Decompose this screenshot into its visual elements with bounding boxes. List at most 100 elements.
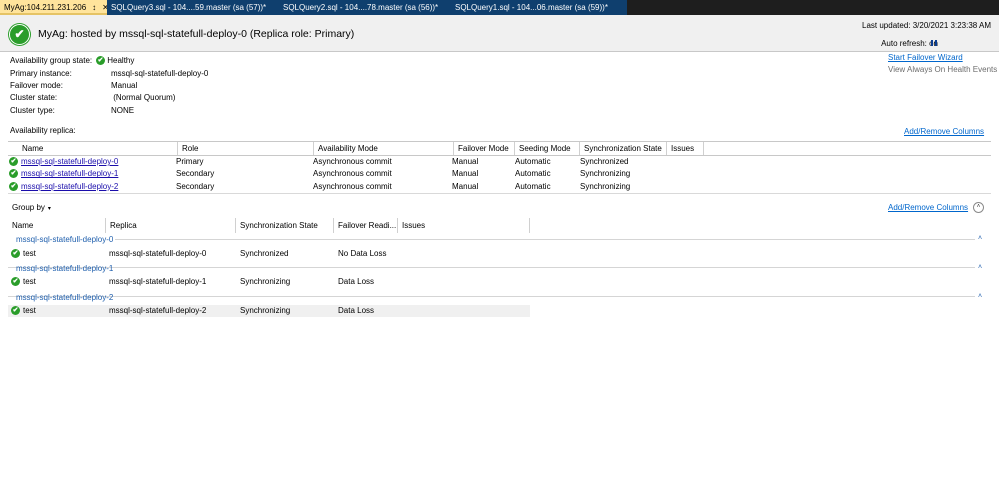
column-header-seeding-mode[interactable]: Seeding Mode [515,142,580,155]
database-name: test [23,306,36,315]
database-replica: mssql-sql-statefull-deploy-0 [109,249,207,258]
database-grid-header: Name Replica Synchronization State Failo… [8,218,530,233]
tab-label: SQLQuery1.sql - 104...06.master (sa (59)… [455,3,608,12]
healthy-check-icon: ✔ [9,169,18,179]
property-value: mssql-sql-statefull-deploy-0 [111,69,209,78]
replica-sync-state: Synchronized [580,157,629,166]
group-header[interactable]: mssql-sql-statefull-deploy-1 [16,264,113,273]
group-header[interactable]: mssql-sql-statefull-deploy-0 [16,235,113,244]
column-header-name[interactable]: Name [18,142,178,155]
replica-seeding-mode: Automatic [515,169,551,179]
column-header-failover-readiness[interactable]: Failover Readi... [334,218,398,233]
database-failover-readiness: Data Loss [338,277,375,286]
tab-label: SQLQuery3.sql - 104....59.master (sa (57… [111,3,267,12]
add-remove-columns-link[interactable]: Add/Remove Columns [888,203,968,212]
property-label: Failover mode: [10,81,63,90]
view-health-events-link[interactable]: View Always On Health Events [888,65,997,74]
database-row[interactable]: ✔ test mssql-sql-statefull-deploy-0 Sync… [8,248,530,260]
column-header-failover-mode[interactable]: Failover Mode [454,142,515,155]
database-row[interactable]: ✔ test mssql-sql-statefull-deploy-2 Sync… [8,305,530,317]
database-sync-state: Synchronizing [240,306,291,315]
group-by-dropdown[interactable]: Group by ▾ [12,203,51,212]
property-value: (Normal Quorum) [111,93,176,102]
tab-sqlquery2[interactable]: SQLQuery2.sql - 104....78.master (sa (56… [279,0,451,15]
column-header-availability-mode[interactable]: Availability Mode [314,142,454,155]
start-failover-wizard-link[interactable]: Start Failover Wizard [888,53,997,62]
availability-replica-label: Availability replica: [10,126,76,135]
replica-role: Primary [176,157,204,166]
healthy-check-icon: ✔ [11,277,20,286]
property-value: NONE [111,106,135,115]
replica-availability-mode: Asynchronous commit [313,157,392,166]
column-header-sync-state[interactable]: Synchronization State [236,218,334,233]
replica-seeding-mode: Automatic [515,181,551,191]
database-name: test [23,249,36,258]
auto-refresh-text: Auto refresh: on [881,39,938,48]
healthy-check-icon: ✔ [9,24,30,45]
column-header-replica[interactable]: Replica [106,218,236,233]
column-header-issues[interactable]: Issues [667,142,704,155]
database-name: test [23,277,36,286]
group-by-label: Group by [12,203,45,212]
last-updated-text: Last updated: 3/20/2021 3:23:38 AM [862,21,991,30]
column-header-role[interactable]: Role [178,142,314,155]
group-divider [115,239,975,240]
database-row[interactable]: ✔ test mssql-sql-statefull-deploy-1 Sync… [8,276,530,288]
column-header-sync-state[interactable]: Synchronization State [580,142,667,155]
replica-failover-mode: Manual [452,181,479,191]
replica-failover-mode: Manual [452,169,479,179]
page-title: MyAg: hosted by mssql-sql-statefull-depl… [38,28,355,40]
property-label: Availability group state: [10,56,93,65]
chevron-up-icon[interactable]: ˄ [978,235,982,242]
replica-name-link[interactable]: mssql-sql-statefull-deploy-2 [21,181,118,193]
tab-label: MyAg:104.211.231.206 [4,3,87,12]
property-label: Cluster state: [10,93,58,102]
database-sync-state: Synchronized [240,249,289,258]
healthy-check-icon: ✔ [96,56,105,66]
add-remove-columns-link[interactable]: Add/Remove Columns [904,127,984,136]
property-label: Primary instance: [10,69,72,78]
task-links: Start Failover Wizard View Always On Hea… [888,53,997,74]
replica-sync-state: Synchronizing [580,169,631,179]
replica-row[interactable]: ✔ mssql-sql-statefull-deploy-2 Secondary… [8,181,991,193]
column-header-issues[interactable]: Issues [398,218,530,233]
collapse-icon[interactable]: ˄ [973,202,984,213]
database-replica: mssql-sql-statefull-deploy-1 [109,277,207,286]
replica-grid: Name Role Availability Mode Failover Mod… [8,141,991,194]
database-failover-readiness: Data Loss [338,306,375,315]
pause-icon[interactable] [931,40,937,46]
chevron-up-icon[interactable]: ˄ [978,293,982,300]
healthy-check-icon: ✔ [11,249,20,258]
database-sync-state: Synchronizing [240,277,291,286]
replica-failover-mode: Manual [452,157,479,166]
property-value: Healthy [107,56,135,65]
chevron-down-icon: ▾ [47,206,51,212]
replica-name-link[interactable]: mssql-sql-statefull-deploy-0 [21,156,118,168]
pin-icon[interactable]: ↕ [92,0,96,15]
column-header-name[interactable]: Name [8,218,106,233]
database-failover-readiness: No Data Loss [338,249,387,258]
group-divider [8,267,975,268]
tab-dashboard[interactable]: MyAg:104.211.231.206 ↕ ✕ [0,0,109,15]
replica-row[interactable]: ✔ mssql-sql-statefull-deploy-1 Secondary… [8,168,991,180]
healthy-check-icon: ✔ [9,157,18,166]
group-header[interactable]: mssql-sql-statefull-deploy-2 [16,293,113,302]
replica-name-link[interactable]: mssql-sql-statefull-deploy-1 [21,168,118,180]
replica-sync-state: Synchronizing [580,181,631,191]
property-label: Cluster type: [10,106,55,115]
tab-bar-background [627,0,999,15]
tab-sqlquery3[interactable]: SQLQuery3.sql - 104....59.master (sa (57… [107,0,279,15]
replica-grid-header: Name Role Availability Mode Failover Mod… [8,142,991,156]
replica-row[interactable]: ✔ mssql-sql-statefull-deploy-0 Primary A… [8,156,991,168]
replica-role: Secondary [176,181,215,191]
replica-availability-mode: Asynchronous commit [313,181,392,191]
replica-role: Secondary [176,169,215,179]
tab-label: SQLQuery2.sql - 104....78.master (sa (56… [283,3,439,12]
database-replica: mssql-sql-statefull-deploy-2 [109,306,207,315]
healthy-check-icon: ✔ [11,306,20,315]
property-value: Manual [111,81,138,90]
document-tab-bar: MyAg:104.211.231.206 ↕ ✕ SQLQuery3.sql - 1… [0,0,999,15]
chevron-up-icon[interactable]: ˄ [978,264,982,271]
healthy-check-icon: ✔ [9,181,18,191]
tab-sqlquery1[interactable]: SQLQuery1.sql - 104...06.master (sa (59)… [451,0,627,15]
